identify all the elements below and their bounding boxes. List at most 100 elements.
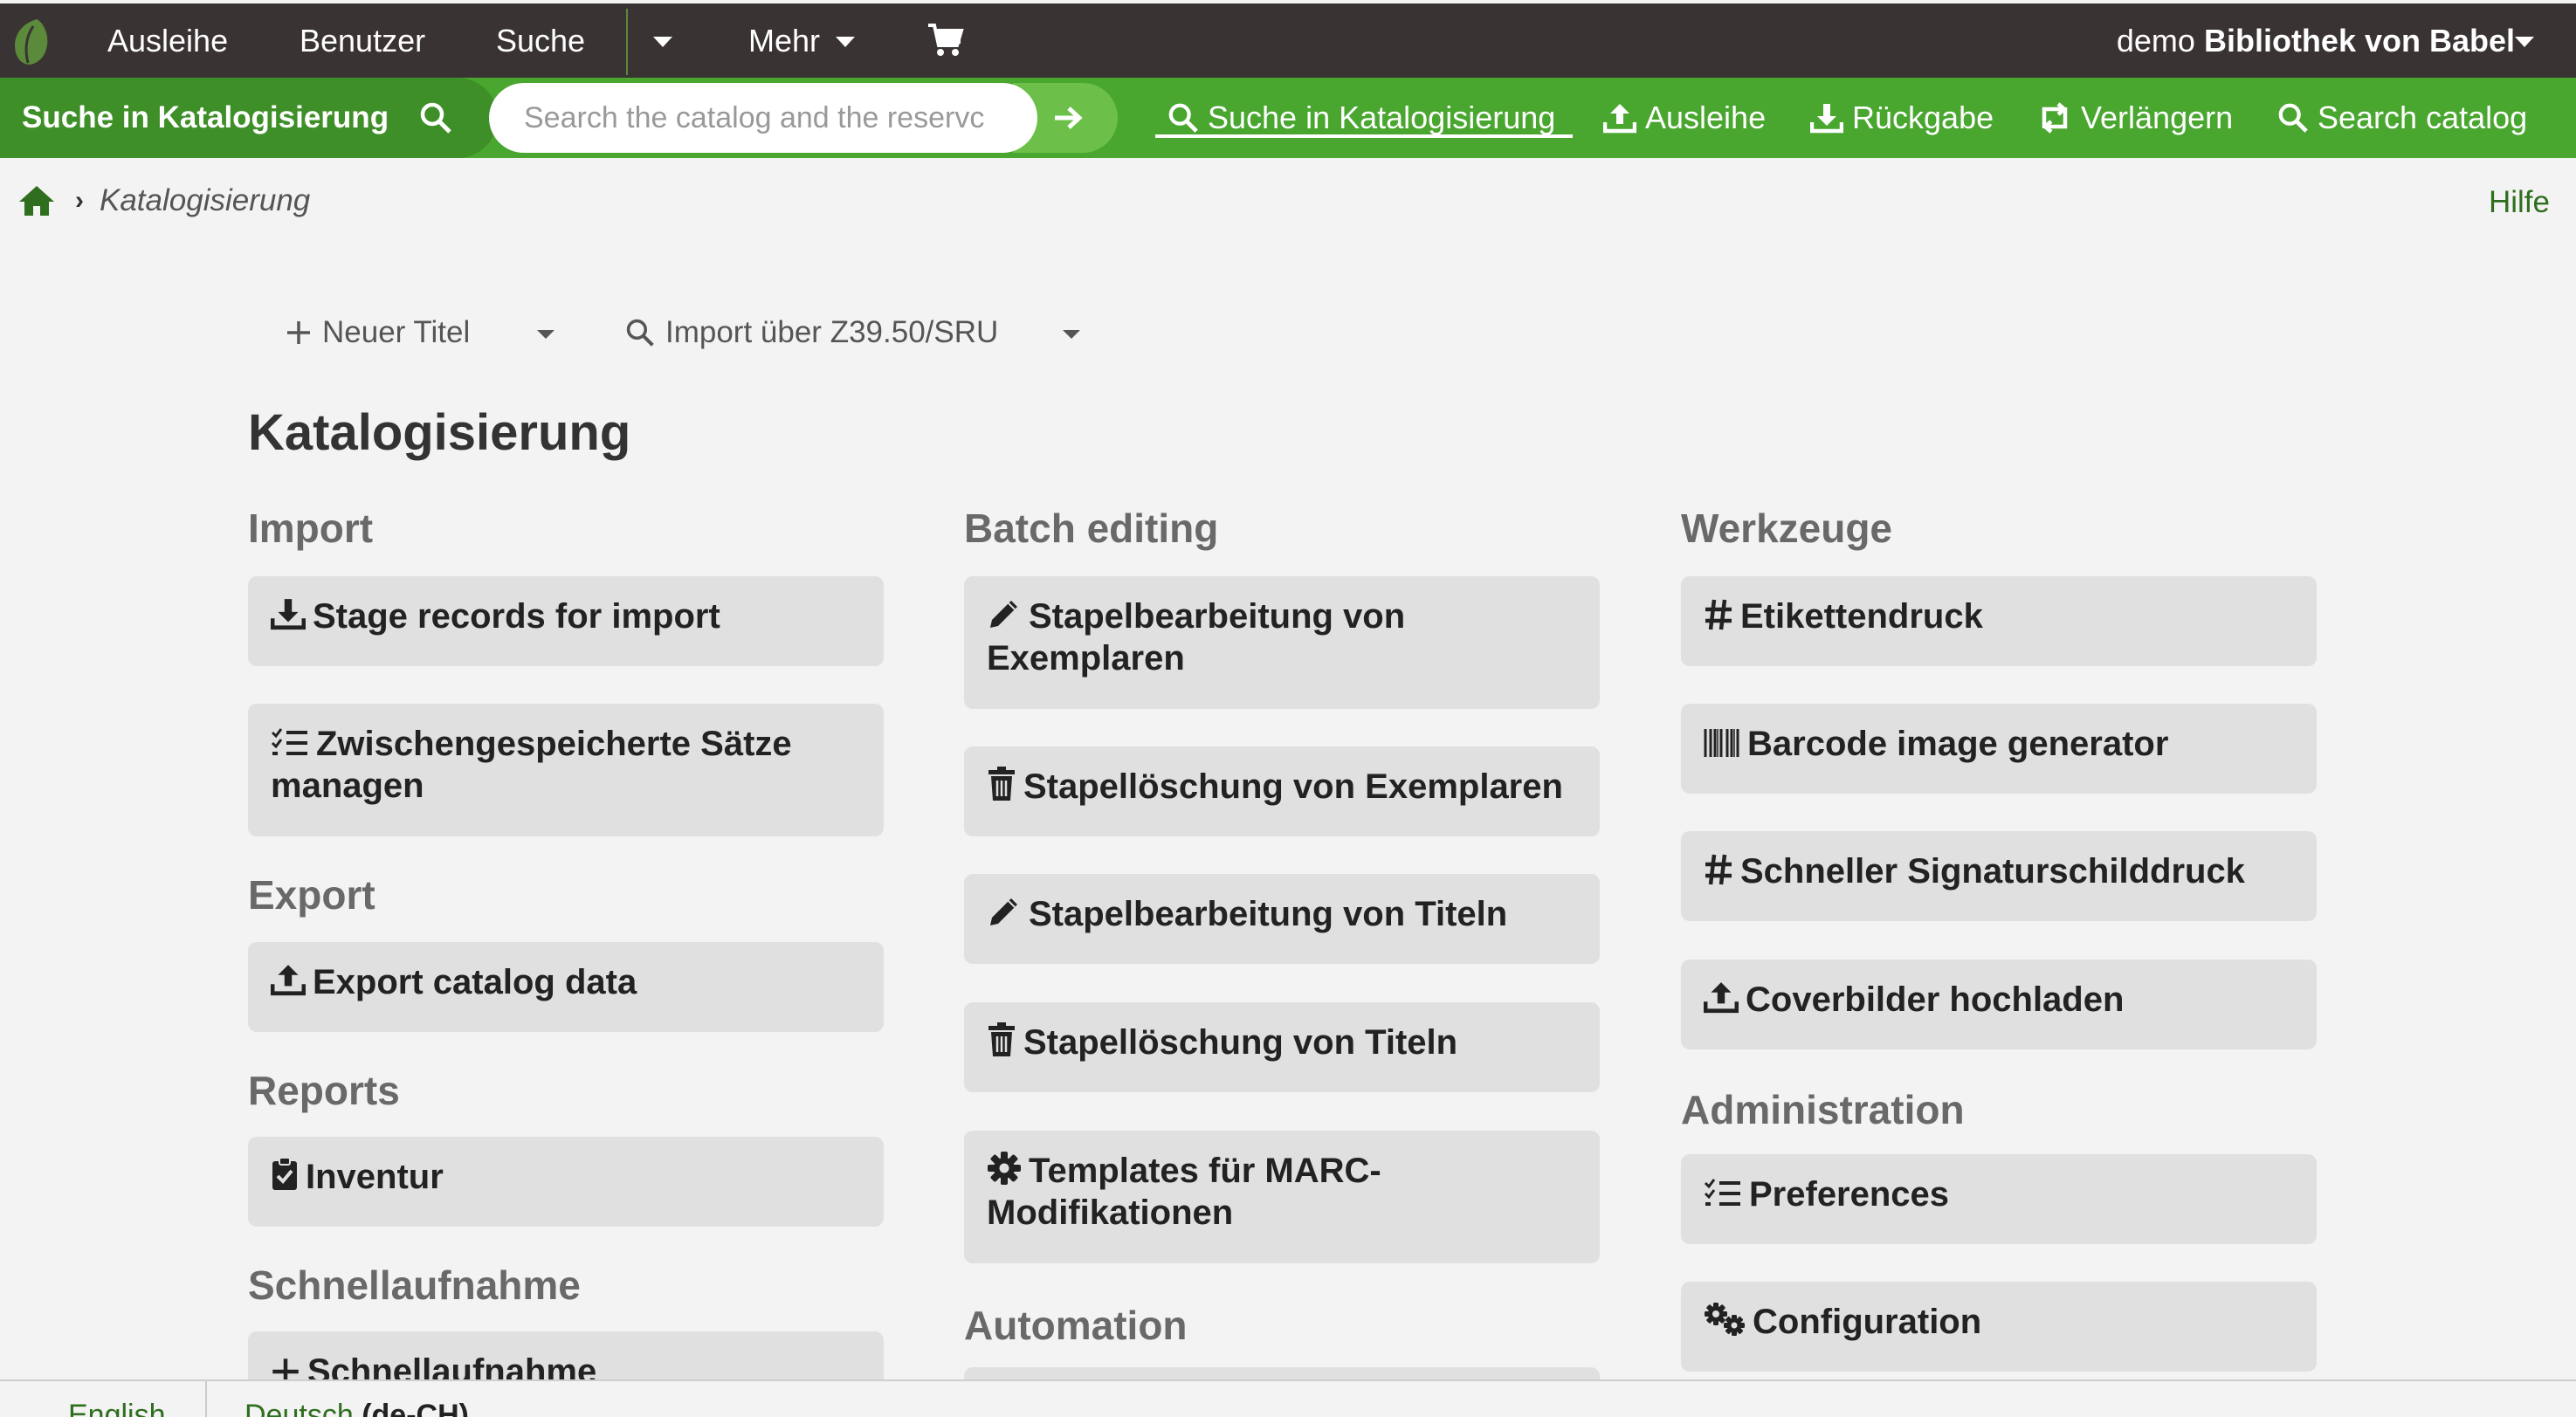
configuration-button[interactable]: Configuration — [1681, 1282, 2317, 1372]
hashtag-icon — [1705, 599, 1732, 630]
user-caret-icon[interactable] — [2515, 37, 2534, 47]
breadcrumb: › Katalogisierung — [17, 183, 310, 218]
inventory-button[interactable]: Inventur — [248, 1137, 884, 1227]
page-title: Katalogisierung — [248, 404, 631, 461]
download-icon — [1810, 104, 1843, 134]
list-check-icon — [1704, 1179, 1740, 1206]
clipboard-check-icon — [272, 1157, 297, 1190]
tile-label: Stapelbearbeitung von Exemplaren — [987, 597, 1406, 678]
batch-item-edit-button[interactable]: Stapelbearbeitung von Exemplaren — [964, 576, 1600, 709]
top-navbar: Ausleihe Benutzer Suche Mehr demo Biblio… — [0, 0, 2576, 78]
hashtag-icon — [1705, 854, 1732, 885]
home-icon[interactable] — [17, 184, 56, 217]
upload-icon — [271, 965, 306, 996]
lang-english-link[interactable]: English — [68, 1399, 166, 1417]
help-link[interactable]: Hilfe — [2489, 185, 2550, 220]
section-admin-title: Administration — [1681, 1087, 1965, 1132]
z3950-import-button[interactable]: Import über Z39.50/SRU — [625, 307, 998, 358]
tile-label: Configuration — [1753, 1303, 1982, 1341]
batch-record-delete-button[interactable]: Stapellöschung von Titeln — [964, 1002, 1600, 1092]
lang-german-code: (de-CH) — [362, 1399, 469, 1417]
spine-label-button[interactable]: Schneller Signaturschilddruck — [1681, 831, 2317, 921]
tile-label: Zwischengespeicherte Sätze managen — [271, 725, 792, 805]
section-import-title: Import — [248, 506, 374, 551]
preferences-button[interactable]: Preferences — [1681, 1154, 2317, 1244]
upload-icon — [1704, 982, 1739, 1014]
z3950-import-label: Import über Z39.50/SRU — [665, 315, 999, 349]
new-record-caret-icon[interactable] — [537, 330, 554, 339]
tile-label: Stapellöschung von Exemplaren — [1023, 767, 1563, 806]
upload-icon — [1603, 104, 1636, 134]
tile-label: Coverbilder hochladen — [1746, 980, 2125, 1019]
breadcrumb-current: Katalogisierung — [100, 183, 311, 217]
stage-records-button[interactable]: Stage records for import — [248, 576, 884, 666]
marc-modification-templates-button[interactable]: Templates für MARC-Modifikationen — [964, 1131, 1600, 1263]
quicklink-label: Suche in Katalogisierung — [1208, 100, 1556, 135]
batch-item-delete-button[interactable]: Stapellöschung von Exemplaren — [964, 746, 1600, 836]
search-icon — [2278, 103, 2308, 133]
search-options-caret-icon[interactable] — [653, 37, 672, 47]
user-name: demo — [2116, 23, 2195, 58]
tile-label: Schneller Signaturschilddruck — [1740, 852, 2245, 891]
mehr-caret-icon[interactable] — [836, 37, 855, 47]
quicklink-verlaengern[interactable]: Verlängern — [2037, 78, 2233, 158]
search-icon — [419, 101, 452, 134]
user-menu[interactable]: demo Bibliothek von Babel — [2117, 3, 2515, 78]
search-bar: Suche in Katalogisierung Suche in Katalo… — [0, 78, 2576, 158]
cart-icon[interactable] — [927, 23, 964, 58]
catalog-search-input[interactable] — [489, 83, 1037, 153]
nav-ausleihe[interactable]: Ausleihe — [107, 3, 228, 78]
quicklink-suche-katalogisierung[interactable]: Suche in Katalogisierung — [1167, 78, 1555, 158]
nav-mehr[interactable]: Mehr — [748, 3, 820, 78]
barcode-generator-button[interactable]: Barcode image generator — [1681, 704, 2317, 794]
search-mode-label[interactable]: Suche in Katalogisierung — [22, 78, 389, 158]
section-batch-title: Batch editing — [964, 506, 1219, 551]
quicklink-label: Search catalog — [2318, 100, 2528, 135]
gear-icon — [988, 1152, 1021, 1185]
nav-benutzer[interactable]: Benutzer — [300, 3, 425, 78]
export-catalog-button[interactable]: Export catalog data — [248, 942, 884, 1032]
lang-divider — [205, 1381, 207, 1417]
language-footer: English Deutsch (de-CH) — [0, 1379, 2576, 1417]
new-record-label: Neuer Titel — [322, 315, 471, 349]
quicklink-rueckgabe[interactable]: Rückgabe — [1810, 78, 1994, 158]
search-icon — [626, 319, 654, 347]
lang-german-label: Deutsch — [245, 1399, 354, 1417]
section-quick-title: Schnellaufnahme — [248, 1262, 581, 1308]
tile-label: Stage records for import — [313, 597, 720, 636]
active-quicklink-underline — [1155, 134, 1573, 138]
renew-icon — [2042, 102, 2068, 134]
gears-icon — [1705, 1303, 1745, 1336]
tile-label: Stapellöschung von Titeln — [1023, 1023, 1458, 1062]
chevron-right-icon: › — [75, 186, 84, 215]
section-reports-title: Reports — [248, 1068, 400, 1113]
download-icon — [271, 599, 306, 630]
search-icon — [1168, 103, 1198, 133]
tile-label: Stapelbearbeitung von Titeln — [1029, 895, 1508, 933]
batch-record-edit-button[interactable]: Stapelbearbeitung von Titeln — [964, 874, 1600, 964]
quicklink-search-catalog[interactable]: Search catalog — [2277, 78, 2527, 158]
nav-divider — [626, 9, 628, 75]
label-creator-button[interactable]: Etikettendruck — [1681, 576, 2317, 666]
section-automation-title: Automation — [964, 1303, 1188, 1348]
list-check-icon — [271, 728, 307, 755]
pencil-icon — [990, 898, 1017, 925]
koha-logo-icon[interactable] — [10, 17, 52, 66]
lang-german-link[interactable]: Deutsch (de-CH) — [245, 1399, 469, 1417]
quicklink-ausleihe[interactable]: Ausleihe — [1603, 78, 1766, 158]
quicklink-label: Rückgabe — [1852, 100, 1994, 135]
manage-staged-records-button[interactable]: Zwischengespeicherte Sätze managen — [248, 704, 884, 836]
nav-suche[interactable]: Suche — [496, 3, 585, 78]
section-export-title: Export — [248, 872, 375, 918]
trash-icon — [988, 767, 1015, 801]
tile-label: Inventur — [306, 1158, 444, 1196]
new-record-button[interactable]: Neuer Titel — [286, 307, 470, 358]
tile-label: Etikettendruck — [1740, 597, 1983, 636]
tile-label: Templates für MARC-Modifikationen — [987, 1152, 1381, 1232]
upload-cover-images-button[interactable]: Coverbilder hochladen — [1681, 960, 2317, 1049]
z3950-caret-icon[interactable] — [1063, 330, 1080, 339]
pencil-icon — [990, 601, 1017, 628]
trash-icon — [988, 1022, 1015, 1056]
plus-icon — [287, 321, 310, 344]
barcode-icon — [1704, 729, 1739, 757]
